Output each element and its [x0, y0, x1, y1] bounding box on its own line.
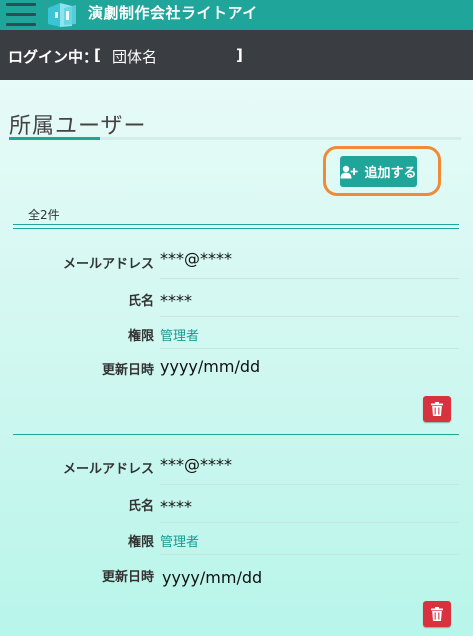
- role-row: 権限 管理者: [13, 318, 459, 348]
- updated-label: 更新日時: [101, 363, 154, 378]
- email-row: メールアドレス ***@****: [13, 240, 459, 280]
- email-label: メールアドレス: [62, 257, 154, 272]
- result-count: 全2件: [28, 208, 60, 222]
- row-divider: [160, 484, 459, 485]
- add-user-icon: [340, 165, 359, 178]
- hamburger-menu-icon[interactable]: [6, 3, 36, 27]
- row-divider: [160, 554, 459, 555]
- login-label: ログイン中：: [8, 48, 99, 66]
- role-value: 管理者: [160, 535, 200, 550]
- top-bar: 演劇制作会社ライトアイ: [0, 0, 473, 30]
- user-card: メールアドレス ***@**** 氏名 **** 権限 管理者 更新日時 yyy…: [13, 446, 459, 636]
- updated-label: 更新日時: [101, 570, 154, 585]
- name-label: 氏名: [127, 294, 154, 309]
- row-divider: [160, 348, 459, 349]
- email-label: メールアドレス: [62, 462, 154, 477]
- role-label: 権限: [127, 535, 154, 550]
- add-button-label: 追加する: [364, 166, 417, 181]
- role-label: 権限: [127, 329, 154, 344]
- add-user-button[interactable]: 追加する: [340, 156, 417, 187]
- login-bracket-open: [: [94, 46, 101, 64]
- delete-button[interactable]: [423, 601, 451, 627]
- login-bracket-close: ]: [236, 46, 243, 64]
- trash-icon: [431, 607, 443, 621]
- role-row: 権限 管理者: [13, 524, 459, 554]
- logo-icon: [48, 3, 76, 27]
- name-label: 氏名: [127, 499, 154, 514]
- updated-row: 更新日時 yyyy/mm/dd: [13, 556, 459, 592]
- title-divider-accent: [9, 137, 100, 140]
- name-row: 氏名 ****: [13, 486, 459, 522]
- role-value: 管理者: [160, 329, 200, 344]
- user-card: メールアドレス ***@**** 氏名 **** 権限 管理者 更新日時 yyy…: [13, 240, 459, 430]
- email-value: ***@****: [160, 455, 232, 474]
- updated-value: yyyy/mm/dd: [160, 357, 261, 376]
- updated-value: yyyy/mm/dd: [162, 568, 263, 587]
- app-title: 演劇制作会社ライトアイ: [88, 4, 258, 22]
- row-divider: [160, 522, 459, 523]
- row-divider: [160, 316, 459, 317]
- card-divider: [13, 434, 459, 435]
- delete-button[interactable]: [423, 396, 451, 422]
- page-title: 所属ユーザー: [9, 114, 147, 139]
- name-value: ****: [160, 291, 192, 310]
- row-divider: [160, 278, 459, 279]
- updated-row: 更新日時 yyyy/mm/dd: [13, 350, 459, 386]
- list-header-rule: [13, 224, 459, 225]
- trash-icon: [431, 402, 443, 416]
- name-value: ****: [160, 497, 192, 516]
- org-name: 団体名: [112, 48, 158, 66]
- email-value: ***@****: [160, 249, 232, 268]
- login-bar: ログイン中： [ 団体名 ]: [0, 30, 473, 80]
- list-header-rule: [13, 228, 459, 229]
- email-row: メールアドレス ***@****: [13, 446, 459, 486]
- name-row: 氏名 ****: [13, 280, 459, 316]
